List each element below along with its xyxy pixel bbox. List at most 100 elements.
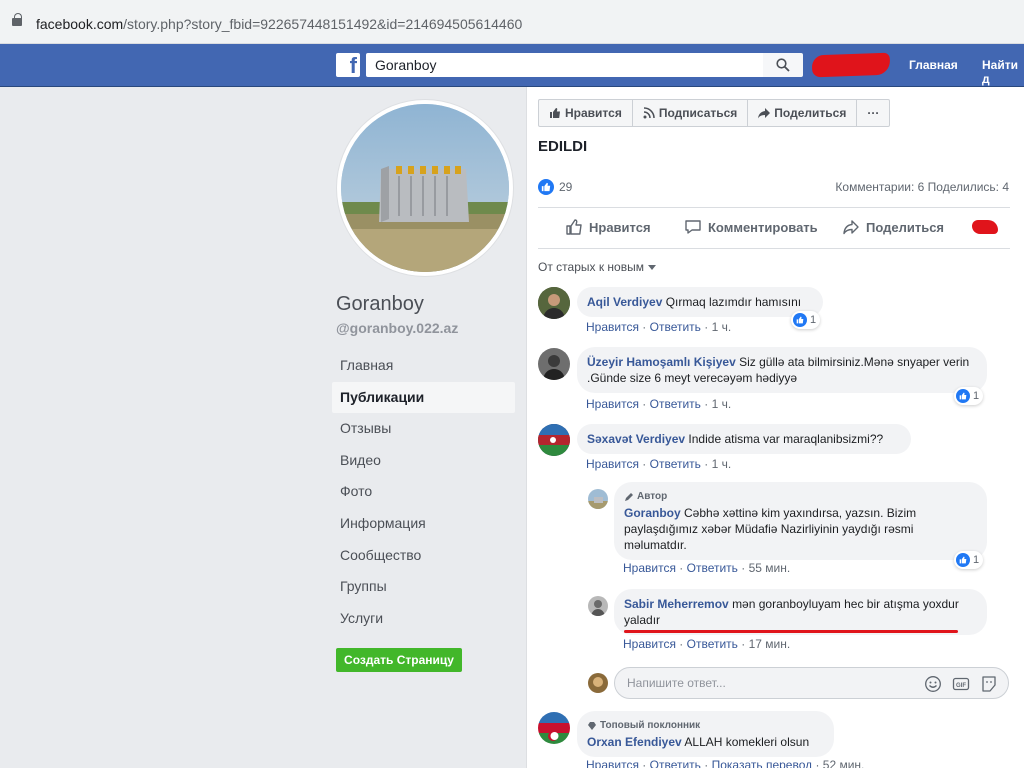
reply-input[interactable]: Напишите ответ... GIF bbox=[614, 667, 1009, 699]
comment-like-link[interactable]: Нравится bbox=[586, 457, 639, 471]
post-share-button[interactable]: Поделиться bbox=[842, 218, 944, 236]
post-like-label: Нравится bbox=[589, 219, 651, 235]
page-share-button[interactable]: Поделиться bbox=[747, 99, 858, 127]
reaction-badge[interactable]: 1 bbox=[791, 311, 821, 329]
post-action-bar: Нравится Комментировать Поделиться bbox=[538, 212, 1010, 244]
comment-time[interactable]: 1 ч. bbox=[712, 320, 732, 334]
nav-item-groups[interactable]: Группы bbox=[332, 571, 515, 603]
reaction-count: 1 bbox=[810, 314, 817, 326]
avatar[interactable] bbox=[588, 596, 608, 616]
emoji-icon[interactable] bbox=[924, 675, 942, 693]
nav-item-about[interactable]: Информация bbox=[332, 508, 515, 540]
comment-like-link[interactable]: Нравится bbox=[586, 758, 639, 768]
nav-item-services[interactable]: Услуги bbox=[332, 603, 515, 635]
url-text[interactable]: facebook.com/story.php?story_fbid=922657… bbox=[36, 16, 522, 32]
comment-time[interactable]: 1 ч. bbox=[712, 457, 732, 471]
avatar[interactable] bbox=[538, 424, 570, 456]
avatar[interactable] bbox=[538, 712, 570, 744]
comment-bubble: Səxavət Verdiyev Indide atisma var maraq… bbox=[577, 424, 911, 454]
divider bbox=[538, 248, 1010, 249]
comment-like-link[interactable]: Нравится bbox=[586, 320, 639, 334]
post-like-button[interactable]: Нравится bbox=[565, 218, 651, 236]
page-more-button[interactable]: ··· bbox=[856, 99, 891, 127]
nav-find-friends-link[interactable]: Найти д bbox=[982, 58, 1024, 86]
search-input[interactable]: Goranboy bbox=[366, 53, 763, 77]
url-path: /story.php?story_fbid=922657448151492&id… bbox=[123, 16, 523, 32]
reaction-count: 1 bbox=[973, 390, 980, 402]
reaction-badge[interactable]: 1 bbox=[954, 551, 984, 569]
sticker-icon[interactable] bbox=[980, 675, 998, 693]
comment-bubble-icon bbox=[685, 220, 701, 234]
comment-like-link[interactable]: Нравится bbox=[623, 561, 676, 575]
post-like-count[interactable]: 29 bbox=[538, 179, 572, 195]
avatar[interactable] bbox=[538, 287, 570, 319]
nav-home-link[interactable]: Главная bbox=[909, 58, 958, 72]
nav-item-posts[interactable]: Публикации bbox=[332, 381, 515, 414]
nav-item-community[interactable]: Сообщество bbox=[332, 540, 515, 572]
post-comment-label: Комментировать bbox=[708, 219, 818, 235]
comment-reply-link[interactable]: Ответить bbox=[650, 397, 701, 411]
facebook-logo-icon[interactable]: f bbox=[336, 53, 360, 78]
comment-author[interactable]: Səxavət Verdiyev bbox=[587, 432, 685, 446]
red-underline-marking bbox=[624, 630, 958, 633]
page-action-buttons: Нравится Подписаться Поделиться ··· bbox=[538, 99, 891, 127]
current-user-avatar[interactable] bbox=[588, 673, 608, 693]
reaction-badge[interactable]: 1 bbox=[954, 387, 984, 405]
comment-author[interactable]: Orxan Efendiyev bbox=[587, 735, 682, 749]
comment-time[interactable]: 55 мин. bbox=[749, 561, 791, 575]
nav-item-photos[interactable]: Фото bbox=[332, 476, 515, 508]
page-like-label: Нравится bbox=[565, 106, 622, 120]
author-badge: Автор bbox=[624, 489, 977, 505]
more-dots-icon: ··· bbox=[867, 106, 880, 120]
comment-author[interactable]: Sabir Meherremov bbox=[624, 597, 729, 611]
share-arrow-icon bbox=[758, 108, 771, 119]
browser-address-bar[interactable]: facebook.com/story.php?story_fbid=922657… bbox=[0, 0, 1024, 44]
nav-item-videos[interactable]: Видео bbox=[332, 445, 515, 477]
page-profile-picture[interactable] bbox=[337, 100, 513, 276]
show-translation-link[interactable]: Показать перевод bbox=[712, 758, 813, 768]
like-reaction-icon bbox=[956, 389, 970, 403]
comment-text: Qırmaq lazımdır hamısını bbox=[665, 295, 802, 309]
page-name[interactable]: Goranboy bbox=[336, 293, 424, 316]
like-reaction-icon bbox=[793, 313, 807, 327]
comment-like-link[interactable]: Нравится bbox=[623, 637, 676, 651]
avatar[interactable] bbox=[538, 348, 570, 380]
comment-like-link[interactable]: Нравится bbox=[586, 397, 639, 411]
page-subscribe-button[interactable]: Подписаться bbox=[631, 99, 749, 127]
comment-author[interactable]: Üzeyir Hamoşamlı Kişiyev bbox=[587, 355, 736, 369]
page-handle[interactable]: @goranboy.022.az bbox=[336, 320, 458, 336]
post-text-fragment: EDILDI bbox=[538, 138, 588, 155]
comment-meta: Нравится · Ответить · 1 ч. bbox=[586, 457, 732, 471]
rss-icon bbox=[643, 107, 655, 119]
comment-reply-link[interactable]: Ответить bbox=[650, 320, 701, 334]
gif-icon[interactable]: GIF bbox=[952, 675, 970, 693]
comment-time[interactable]: 1 ч. bbox=[712, 397, 732, 411]
avatar[interactable] bbox=[588, 489, 608, 509]
comment-sort-dropdown[interactable]: От старых к новым bbox=[538, 260, 656, 274]
comment-bubble: Автор Goranboy Cəbhə xəttinə kim yaxındı… bbox=[614, 482, 987, 560]
nav-item-reviews[interactable]: Отзывы bbox=[332, 413, 515, 445]
share-outline-icon bbox=[843, 220, 859, 235]
divider bbox=[538, 207, 1010, 208]
comment-author[interactable]: Goranboy bbox=[624, 506, 681, 520]
comment-bubble: Sabir Meherremov mən goranboyluyam hec b… bbox=[614, 589, 987, 635]
likes-number: 29 bbox=[559, 180, 573, 194]
svg-text:GIF: GIF bbox=[956, 683, 966, 689]
comment-reply-link[interactable]: Ответить bbox=[687, 561, 738, 575]
page-like-button[interactable]: Нравится bbox=[538, 99, 633, 127]
comment-reply-link[interactable]: Ответить bbox=[650, 758, 701, 768]
comment-reply-link[interactable]: Ответить bbox=[687, 637, 738, 651]
comment-time[interactable]: 52 мин. bbox=[823, 758, 865, 768]
comments-shares-info[interactable]: Комментарии: 6 Поделились: 4 bbox=[835, 180, 1009, 194]
create-page-button[interactable]: Создать Страницу bbox=[336, 648, 462, 672]
comment-meta: Нравится · Ответить · 1 ч. bbox=[586, 320, 732, 334]
comment-time[interactable]: 17 мин. bbox=[749, 637, 791, 651]
redaction-mark bbox=[972, 220, 998, 234]
comment-reply-link[interactable]: Ответить bbox=[650, 457, 701, 471]
search-button[interactable] bbox=[763, 53, 803, 77]
comment-author[interactable]: Aqil Verdiyev bbox=[587, 295, 662, 309]
nav-item-home[interactable]: Главная bbox=[332, 350, 515, 382]
like-reaction-icon bbox=[538, 179, 554, 195]
post-comment-button[interactable]: Комментировать bbox=[684, 218, 818, 236]
like-reaction-icon bbox=[956, 553, 970, 567]
